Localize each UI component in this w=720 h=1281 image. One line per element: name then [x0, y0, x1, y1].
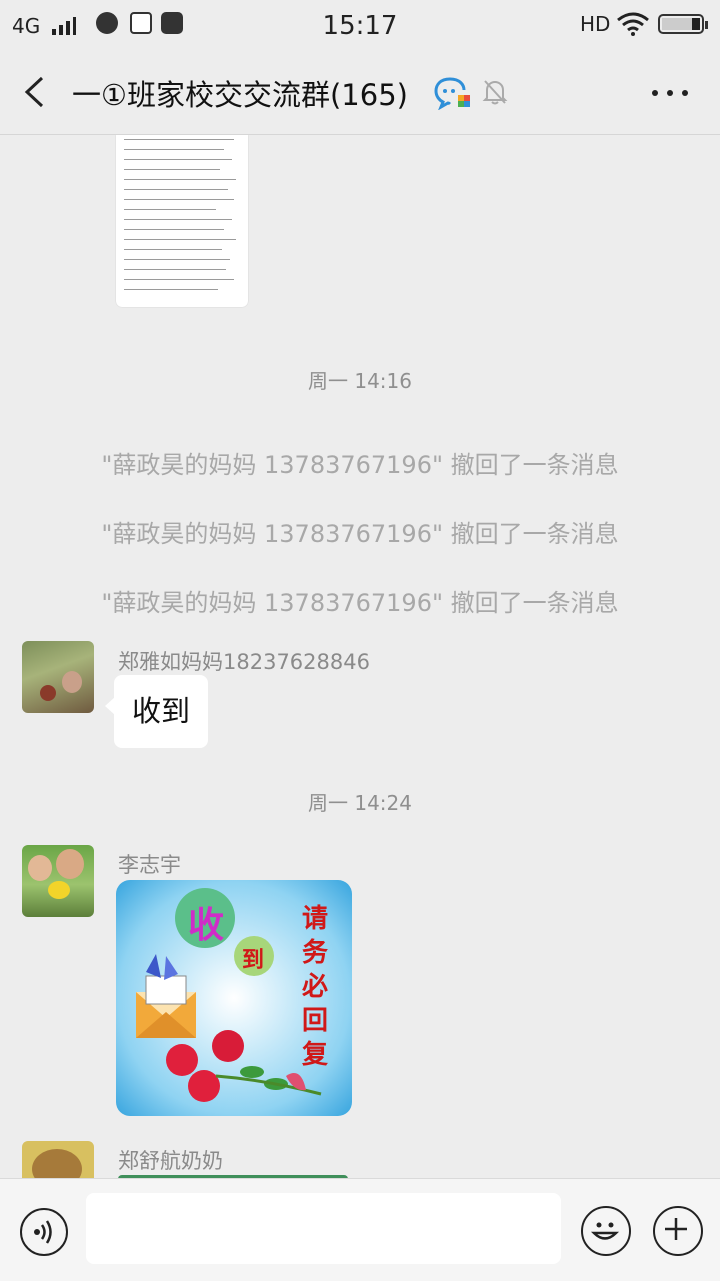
sticker-text-big: 收: [188, 904, 225, 946]
message-list[interactable]: 周一 14:16 "薛政昊的妈妈 13783767196" 撤回了一条消息 "薛…: [0, 135, 720, 1178]
group-title: 一①班家校交交流群(165): [72, 78, 408, 112]
sender-name: 郑雅如妈妈18237628846: [118, 650, 370, 674]
mute-bell-icon: [482, 80, 508, 105]
more-actions-button[interactable]: [653, 1206, 703, 1256]
avatar[interactable]: [22, 845, 94, 917]
back-icon[interactable]: [22, 75, 48, 109]
timestamp: 周一 14:16: [308, 369, 412, 393]
received-sticker[interactable]: 收 到 请 务 必 回 复: [116, 880, 352, 1116]
recall-notice: "薛政昊的妈妈 13783767196" 撤回了一条消息: [101, 589, 619, 617]
message-input[interactable]: [86, 1193, 561, 1264]
group-app-icon[interactable]: [434, 76, 472, 110]
message-bubble[interactable]: 收到: [104, 675, 209, 748]
battery-icon: [658, 14, 708, 34]
sticker-char: 复: [301, 1040, 328, 1070]
sticker-char: 回: [301, 1006, 328, 1036]
emoji-icon: [590, 1222, 620, 1240]
more-icon[interactable]: [650, 88, 690, 98]
document-photo-icon[interactable]: [116, 135, 248, 307]
sender-name: 李志宇: [118, 853, 181, 877]
avatar[interactable]: [22, 1141, 94, 1178]
status-bar: 4G 15:17 HD: [0, 0, 720, 50]
recall-notice: "薛政昊的妈妈 13783767196" 撤回了一条消息: [101, 451, 619, 479]
hd-indicator: HD: [580, 12, 611, 36]
sticker-char: 必: [301, 972, 328, 1002]
clock: 15:17: [322, 11, 398, 41]
recall-notice: "薛政昊的妈妈 13783767196" 撤回了一条消息: [101, 520, 619, 548]
plus-icon: [665, 1218, 687, 1240]
input-bar: [0, 1178, 720, 1281]
sticker-text-small: 到: [242, 947, 265, 973]
emoji-button[interactable]: [581, 1206, 631, 1256]
sticker-vertical-text: 请 务 必 回 复: [300, 902, 330, 1072]
sender-name: 郑舒航奶奶: [118, 1149, 223, 1173]
timestamp: 周一 14:24: [308, 791, 412, 815]
sticker-char: 请: [301, 904, 328, 934]
voice-icon: [34, 1220, 52, 1244]
sticker-char: 务: [301, 938, 328, 968]
voice-input-button[interactable]: [20, 1208, 68, 1256]
wifi-icon: [617, 12, 649, 36]
chat-header: 一①班家校交交流群(165): [0, 50, 720, 135]
avatar[interactable]: [22, 641, 94, 713]
